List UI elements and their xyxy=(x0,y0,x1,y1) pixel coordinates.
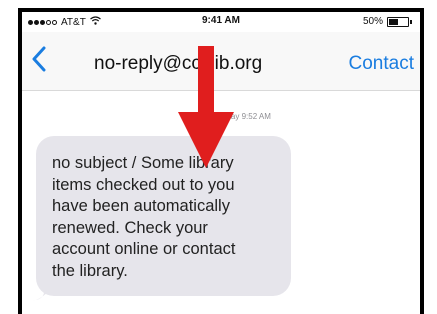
chevron-left-icon[interactable] xyxy=(32,46,46,72)
phone-screen: AT&T 9:41 AM 50% no-reply@ccslib.org Con… xyxy=(18,8,424,314)
battery-indicator: 50% xyxy=(363,16,412,27)
battery-icon xyxy=(387,16,409,27)
message-bubble[interactable]: no subject / Some library items checked … xyxy=(36,136,291,296)
message-text: no subject / Some library items checked … xyxy=(52,154,236,280)
battery-percent: 50% xyxy=(362,16,383,27)
battery-tip xyxy=(410,19,412,24)
down-arrow-icon xyxy=(178,46,234,168)
battery-fill xyxy=(389,18,398,25)
contact-button[interactable]: Contact xyxy=(349,53,414,75)
status-bar: AT&T 9:41 AM 50% xyxy=(22,12,420,32)
status-time: 9:41 AM xyxy=(202,15,240,26)
back-button[interactable] xyxy=(32,46,56,76)
